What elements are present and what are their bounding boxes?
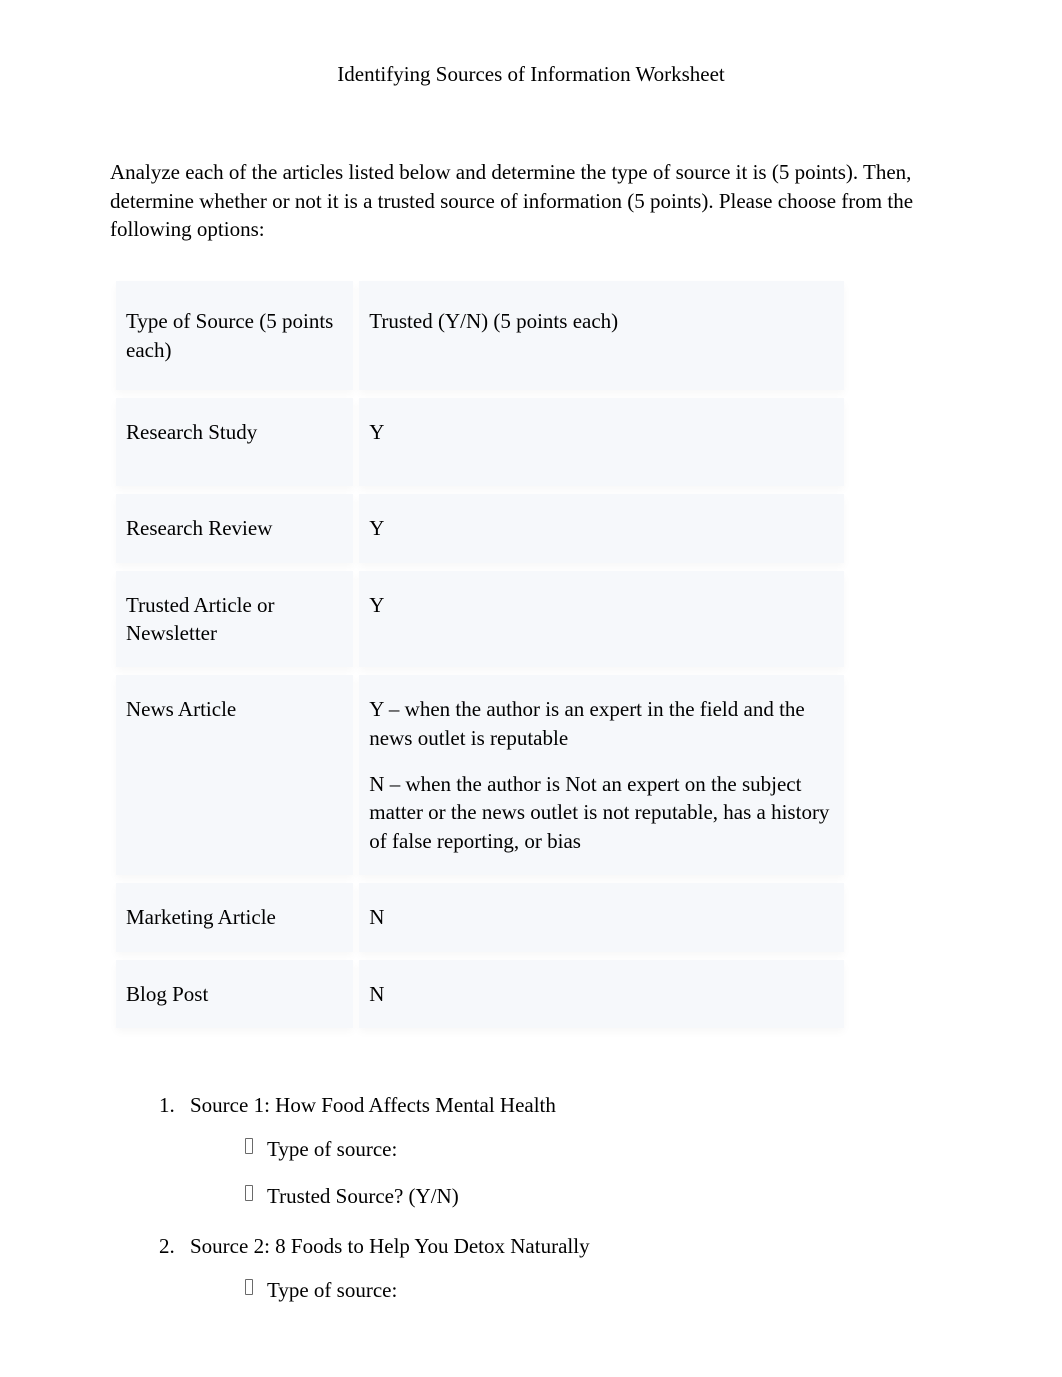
header-type-of-source: Type of Source (5 points each)	[116, 281, 353, 390]
cell-trusted-line1: Y – when the author is an expert in the …	[369, 695, 830, 752]
source-2-sublist: Type of source:	[245, 1276, 952, 1304]
table-row: Research Review Y	[116, 494, 844, 562]
table-row: Trusted Article or Newsletter Y	[116, 571, 844, 668]
cell-source-type: Trusted Article or Newsletter	[116, 571, 353, 668]
table-row: Marketing Article N	[116, 883, 844, 951]
cell-trusted: Y	[359, 494, 844, 562]
source-1-sublist: Type of source: Trusted Source? (Y/N)	[245, 1135, 952, 1210]
cell-source-type: Marketing Article	[116, 883, 353, 951]
source-2-type-of-source: Type of source:	[245, 1276, 952, 1304]
source-item-1: Source 1: How Food Affects Mental Health…	[180, 1091, 952, 1210]
cell-source-type: Research Study	[116, 398, 353, 486]
source-2-label: Source 2: 8 Foods to Help You Detox Natu…	[190, 1234, 590, 1258]
header-trusted: Trusted (Y/N) (5 points each)	[359, 281, 844, 390]
intro-paragraph: Analyze each of the articles listed belo…	[110, 158, 952, 243]
cell-source-type: Research Review	[116, 494, 353, 562]
cell-trusted: Y – when the author is an expert in the …	[359, 675, 844, 875]
cell-trusted: Y	[359, 571, 844, 668]
table-row: News Article Y – when the author is an e…	[116, 675, 844, 875]
source-1-trusted: Trusted Source? (Y/N)	[245, 1182, 952, 1210]
cell-source-type: Blog Post	[116, 960, 353, 1028]
table-header-row: Type of Source (5 points each) Trusted (…	[116, 281, 844, 390]
page-title: Identifying Sources of Information Works…	[110, 60, 952, 88]
source-1-type-of-source: Type of source:	[245, 1135, 952, 1163]
cell-trusted: N	[359, 960, 844, 1028]
source-1-label: Source 1: How Food Affects Mental Health	[190, 1093, 556, 1117]
table-row: Research Study Y	[116, 398, 844, 486]
sources-list: Source 1: How Food Affects Mental Health…	[180, 1091, 952, 1305]
table-row: Blog Post N	[116, 960, 844, 1028]
source-item-2: Source 2: 8 Foods to Help You Detox Natu…	[180, 1232, 952, 1305]
cell-source-type: News Article	[116, 675, 353, 875]
source-type-table: Type of Source (5 points each) Trusted (…	[110, 273, 850, 1035]
cell-trusted: Y	[359, 398, 844, 486]
cell-trusted-line2: N – when the author is Not an expert on …	[369, 770, 830, 855]
cell-trusted: N	[359, 883, 844, 951]
